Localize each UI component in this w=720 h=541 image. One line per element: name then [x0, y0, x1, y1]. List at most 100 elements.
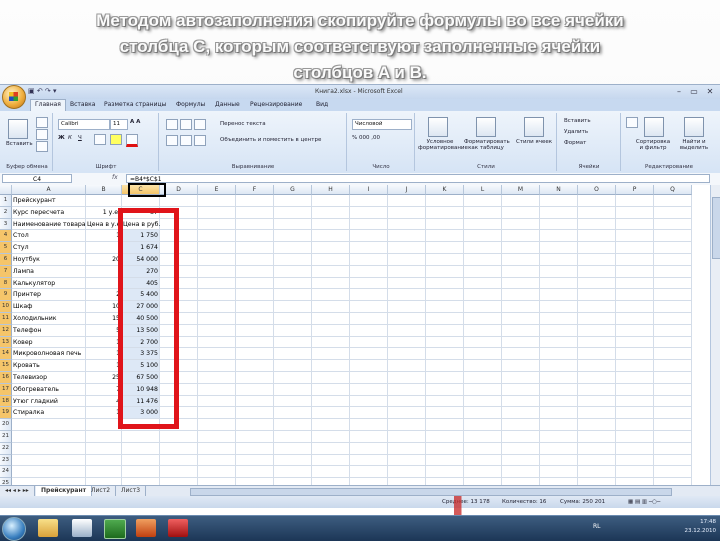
cell-c21[interactable]	[122, 431, 160, 443]
cell-o16[interactable]	[578, 372, 616, 384]
cell-g1[interactable]	[274, 195, 312, 207]
column-header[interactable]: N	[540, 185, 578, 195]
cell-e16[interactable]	[198, 372, 236, 384]
cell-p11[interactable]	[616, 313, 654, 325]
quick-access-toolbar[interactable]: ▣ ↶ ↷ ▾	[28, 87, 57, 95]
cell-e5[interactable]	[198, 242, 236, 254]
autosum-icon[interactable]	[626, 117, 638, 128]
cell-p7[interactable]	[616, 265, 654, 278]
cell-p25[interactable]	[616, 478, 654, 485]
cell-l6[interactable]	[464, 254, 502, 266]
row-header[interactable]: 3	[0, 218, 12, 231]
cell-q2[interactable]	[654, 206, 692, 219]
cell-p1[interactable]	[616, 195, 654, 207]
cell-l12[interactable]	[464, 324, 502, 337]
cell-i1[interactable]	[350, 195, 388, 207]
cell-b12[interactable]: 5	[86, 324, 122, 337]
cell-a9[interactable]: Принтер	[12, 289, 86, 302]
cell-q24[interactable]	[654, 466, 692, 479]
cell-q22[interactable]	[654, 442, 692, 455]
cell-g20[interactable]	[274, 419, 312, 431]
cell-q10[interactable]	[654, 301, 692, 313]
row-header[interactable]: 24	[0, 466, 12, 479]
cell-i9[interactable]	[350, 289, 388, 302]
cell-e10[interactable]	[198, 301, 236, 313]
cell-h22[interactable]	[312, 442, 350, 455]
cell-j24[interactable]	[388, 466, 426, 479]
cell-g22[interactable]	[274, 442, 312, 455]
cell-n22[interactable]	[540, 442, 578, 455]
conditional-formatting-button[interactable]: Условное форматирование	[418, 139, 468, 151]
cell-j15[interactable]	[388, 360, 426, 372]
cell-i17[interactable]	[350, 383, 388, 396]
cell-m22[interactable]	[502, 442, 540, 455]
cell-h7[interactable]	[312, 265, 350, 278]
cell-o2[interactable]	[578, 206, 616, 219]
cell-b11[interactable]: 15	[86, 313, 122, 325]
cell-j22[interactable]	[388, 442, 426, 455]
cell-m16[interactable]	[502, 372, 540, 384]
cell-a8[interactable]: Калькулятор	[12, 277, 86, 290]
cell-i18[interactable]	[350, 395, 388, 408]
find-select-icon[interactable]	[684, 117, 704, 137]
cell-h5[interactable]	[312, 242, 350, 254]
row-header[interactable]: 23	[0, 454, 12, 467]
format-as-table-button[interactable]: Форматировать как таблицу	[464, 139, 510, 151]
cell-j13[interactable]	[388, 336, 426, 349]
cell-g19[interactable]	[274, 407, 312, 420]
cell-n6[interactable]	[540, 254, 578, 266]
close-button[interactable]: ✕	[703, 86, 717, 97]
fill-color-icon[interactable]	[110, 134, 122, 145]
cell-o23[interactable]	[578, 454, 616, 467]
cell-m24[interactable]	[502, 466, 540, 479]
cell-i12[interactable]	[350, 324, 388, 337]
cell-j14[interactable]	[388, 348, 426, 361]
cell-b1[interactable]	[86, 195, 122, 207]
wrap-text-button[interactable]: Перенос текста	[220, 121, 266, 127]
row-header[interactable]: 11	[0, 313, 12, 325]
cell-q4[interactable]	[654, 230, 692, 243]
cell-m1[interactable]	[502, 195, 540, 207]
cell-k15[interactable]	[426, 360, 464, 372]
cell-j11[interactable]	[388, 313, 426, 325]
cell-g10[interactable]	[274, 301, 312, 313]
cell-k10[interactable]	[426, 301, 464, 313]
cell-c23[interactable]	[122, 454, 160, 467]
cell-q13[interactable]	[654, 336, 692, 349]
cell-i23[interactable]	[350, 454, 388, 467]
cell-f17[interactable]	[236, 383, 274, 396]
cell-g5[interactable]	[274, 242, 312, 254]
cell-f12[interactable]	[236, 324, 274, 337]
find-select-button[interactable]: Найти и выделить	[674, 139, 714, 151]
cell-b14[interactable]: 1	[86, 348, 122, 361]
cell-f21[interactable]	[236, 431, 274, 443]
cell-o19[interactable]	[578, 407, 616, 420]
cell-j6[interactable]	[388, 254, 426, 266]
cell-d25[interactable]	[160, 478, 198, 485]
cell-n18[interactable]	[540, 395, 578, 408]
cell-l22[interactable]	[464, 442, 502, 455]
cell-k24[interactable]	[426, 466, 464, 479]
cell-j5[interactable]	[388, 242, 426, 254]
format-painter-icon[interactable]	[36, 141, 48, 152]
align-right-icon[interactable]	[194, 135, 206, 146]
number-format-select[interactable]: Числовой	[352, 119, 412, 130]
cell-b2[interactable]: 1 у.е.	[86, 206, 122, 219]
cell-j18[interactable]	[388, 395, 426, 408]
formula-input[interactable]: =B4*$C$1	[126, 174, 710, 183]
cell-b8[interactable]	[86, 277, 122, 290]
align-top-icon[interactable]	[166, 119, 178, 130]
cell-h12[interactable]	[312, 324, 350, 337]
row-header[interactable]: 10	[0, 301, 12, 313]
cell-h18[interactable]	[312, 395, 350, 408]
cell-f10[interactable]	[236, 301, 274, 313]
column-header[interactable]: P	[616, 185, 654, 195]
cell-g7[interactable]	[274, 265, 312, 278]
format-cells-button[interactable]: Формат	[564, 140, 586, 146]
cell-f7[interactable]	[236, 265, 274, 278]
cell-j9[interactable]	[388, 289, 426, 302]
cell-o6[interactable]	[578, 254, 616, 266]
cell-n13[interactable]	[540, 336, 578, 349]
cell-l17[interactable]	[464, 383, 502, 396]
cell-l9[interactable]	[464, 289, 502, 302]
